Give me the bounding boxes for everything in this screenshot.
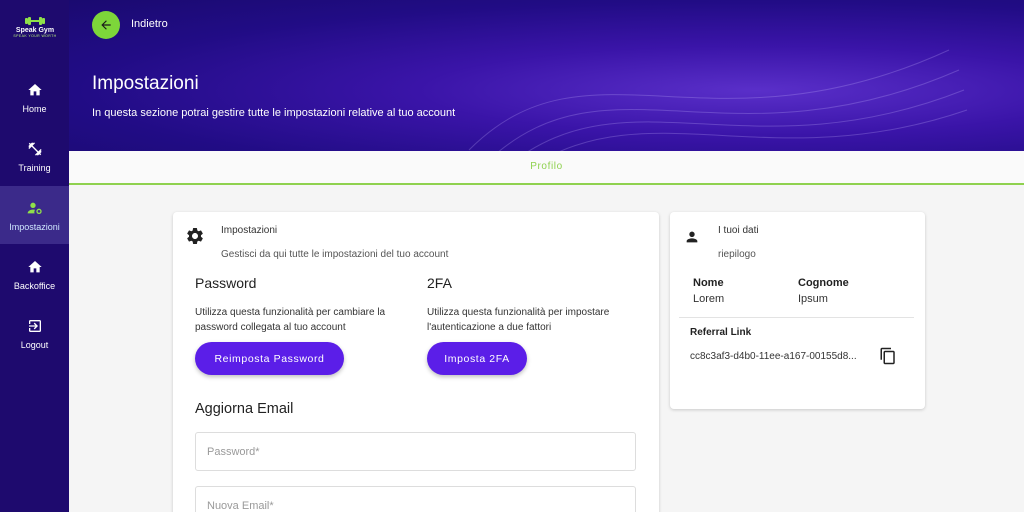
gear-icon xyxy=(187,228,203,244)
arrow-left-icon xyxy=(101,20,111,30)
home-icon xyxy=(27,261,42,273)
sidebar-item-logout[interactable]: Logout xyxy=(0,318,69,374)
referral-title: Referral Link xyxy=(690,327,752,338)
sidebar-item-backoffice[interactable]: Backoffice xyxy=(0,259,69,315)
cognome-value: Ipsum xyxy=(798,293,828,305)
brand-name: Speak Gym xyxy=(15,27,55,34)
password-section-title: Password xyxy=(195,275,257,291)
reset-password-button[interactable]: Reimposta Password xyxy=(195,342,344,375)
nome-label: Nome xyxy=(693,277,724,289)
set-2fa-button[interactable]: Imposta 2FA xyxy=(427,342,527,375)
user-data-card: I tuoi dati riepilogo Nome Lorem Cognome… xyxy=(670,212,925,409)
back-label[interactable]: Indietro xyxy=(131,18,168,30)
header-decoration xyxy=(468,49,968,151)
dumbbell-icon xyxy=(25,17,45,25)
settings-users-icon xyxy=(27,202,42,214)
back-button[interactable] xyxy=(92,11,120,39)
logout-icon xyxy=(28,320,41,332)
referral-link-value: cc8c3af3-d4b0-11ee-a167-00155d8... xyxy=(690,351,857,362)
sidebar-item-label: Backoffice xyxy=(13,281,56,291)
password-section-description: Utilizza questa funzionalità per cambiar… xyxy=(195,307,386,333)
nome-value: Lorem xyxy=(693,293,725,305)
copy-icon[interactable] xyxy=(879,347,897,365)
brand-tagline: SPEAK YOUR WORTH xyxy=(13,34,57,38)
sidebar-item-label: Home xyxy=(22,104,47,114)
sidebar-item-impostazioni[interactable]: Impostazioni xyxy=(0,186,69,244)
twofa-section-description: Utilizza questa funzionalità per imposta… xyxy=(427,307,610,333)
tab-bar: Profilo xyxy=(69,151,1024,185)
page-title: Impostazioni xyxy=(92,73,199,94)
user-data-title: I tuoi dati xyxy=(718,225,759,236)
settings-card-subtitle: Gestisci da qui tutte le impostazioni de… xyxy=(221,249,449,260)
tab-profilo[interactable]: Profilo xyxy=(69,161,1024,172)
training-icon xyxy=(27,142,42,156)
sidebar-item-label: Logout xyxy=(20,340,49,350)
cognome-label: Cognome xyxy=(798,277,849,289)
update-email-title: Aggiorna Email xyxy=(195,401,294,417)
divider xyxy=(679,317,914,318)
sidebar-item-home[interactable]: Home xyxy=(0,82,69,138)
sidebar-item-label: Training xyxy=(18,163,51,173)
password-field[interactable] xyxy=(195,432,636,471)
sidebar-item-label: Impostazioni xyxy=(9,222,60,232)
user-data-subtitle: riepilogo xyxy=(718,249,756,260)
twofa-section-title: 2FA xyxy=(427,275,452,291)
sidebar: Speak Gym SPEAK YOUR WORTH Home Training… xyxy=(0,0,69,512)
settings-card: Impostazioni Gestisci da qui tutte le im… xyxy=(173,212,659,512)
new-email-field[interactable] xyxy=(195,486,636,512)
page-header: Indietro Impostazioni In questa sezione … xyxy=(69,0,1024,151)
page-subtitle: In questa sezione potrai gestire tutte l… xyxy=(92,107,456,119)
home-icon xyxy=(27,84,42,96)
settings-card-title: Impostazioni xyxy=(221,225,278,236)
brand-logo[interactable]: Speak Gym SPEAK YOUR WORTH xyxy=(8,16,62,38)
person-icon xyxy=(686,231,698,243)
